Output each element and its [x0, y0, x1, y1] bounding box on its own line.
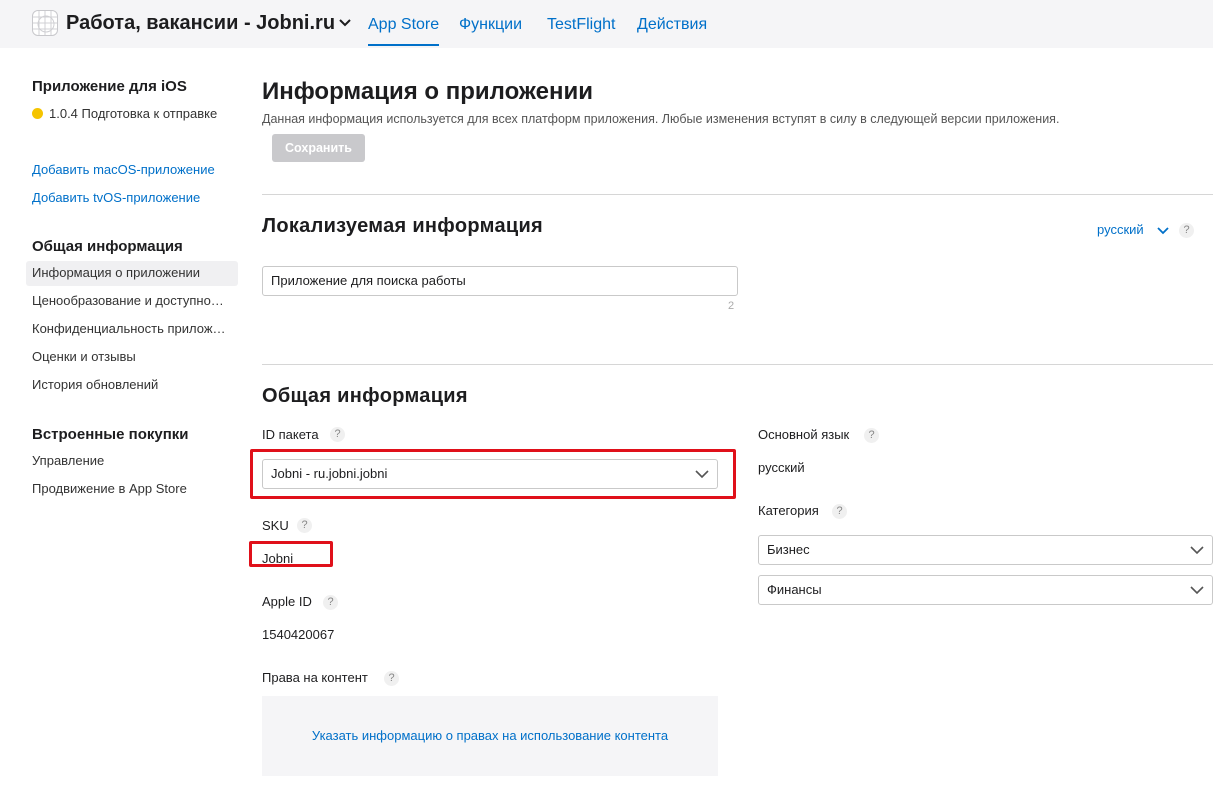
content-rights-label: Права на контент [262, 670, 368, 685]
category-label: Категория [758, 503, 819, 518]
secondary-category-select[interactable]: Финансы [758, 575, 1213, 605]
primary-category-select[interactable]: Бизнес [758, 535, 1213, 565]
sidebar-item-manage[interactable]: Управление [26, 449, 238, 474]
sidebar-item-version-history[interactable]: История обновлений [26, 373, 238, 398]
char-counter: 2 [728, 300, 735, 312]
divider [262, 364, 1213, 365]
page-description: Данная информация используется для всех … [262, 112, 1060, 126]
help-icon[interactable]: ? [330, 427, 345, 442]
highlight-box [249, 541, 333, 567]
help-icon[interactable]: ? [1179, 223, 1194, 238]
secondary-category-value: Финансы [767, 582, 822, 597]
save-button[interactable]: Сохранить [272, 134, 365, 162]
help-icon[interactable]: ? [864, 428, 879, 443]
version-status-label: 1.0.4 Подготовка к отправке [49, 106, 218, 121]
general-heading: Общая информация [32, 238, 183, 255]
subtitle-field[interactable]: Приложение для поиска работы [262, 266, 738, 296]
chevron-down-icon[interactable] [1157, 226, 1169, 235]
sku-label: SKU [262, 518, 289, 533]
app-icon[interactable] [32, 10, 58, 36]
help-icon[interactable]: ? [384, 671, 399, 686]
tab-features[interactable]: Функции [459, 16, 522, 34]
platform-heading: Приложение для iOS [32, 78, 187, 95]
general-info-heading: Общая информация [262, 385, 468, 407]
apple-id-value: 1540420067 [262, 627, 335, 642]
version-status[interactable]: 1.0.4 Подготовка к отправке [32, 106, 217, 121]
primary-language-label: Основной язык [758, 427, 850, 442]
help-icon[interactable]: ? [297, 518, 312, 533]
content-rights-box: Указать информацию о правах на использов… [262, 696, 718, 776]
iap-heading: Встроенные покупки [32, 426, 189, 443]
chevron-down-icon [1190, 546, 1204, 555]
chevron-down-icon[interactable] [338, 18, 352, 28]
sidebar-item-app-info[interactable]: Информация о приложении [26, 261, 238, 286]
sidebar-item-ratings[interactable]: Оценки и отзывы [26, 345, 238, 370]
primary-language-value: русский [758, 460, 805, 475]
language-selector[interactable]: русский [1097, 222, 1144, 237]
localizable-heading: Локализуемая информация [262, 215, 544, 237]
content-rights-link[interactable]: Указать информацию о правах на использов… [262, 728, 718, 743]
app-title[interactable]: Работа, вакансии - Jobni.ru [66, 12, 335, 35]
bundle-id-label: ID пакета [262, 427, 319, 442]
top-bar: Работа, вакансии - Jobni.ru App Store Фу… [0, 0, 1213, 48]
apple-id-label: Apple ID [262, 594, 312, 609]
tab-testflight[interactable]: TestFlight [547, 16, 615, 34]
help-icon[interactable]: ? [323, 595, 338, 610]
sidebar-item-promote[interactable]: Продвижение в App Store [26, 477, 238, 502]
status-dot-icon [32, 108, 43, 119]
add-tvos-link[interactable]: Добавить tvOS-приложение [32, 190, 200, 205]
add-macos-link[interactable]: Добавить macOS-приложение [32, 162, 215, 177]
highlight-box [250, 449, 736, 499]
help-icon[interactable]: ? [832, 504, 847, 519]
sidebar-item-pricing[interactable]: Ценообразование и доступно… [26, 289, 238, 314]
sidebar-item-privacy[interactable]: Конфиденциальность прилож… [26, 317, 238, 342]
divider [262, 194, 1213, 195]
chevron-down-icon [1190, 586, 1204, 595]
tab-activity[interactable]: Действия [637, 16, 707, 34]
primary-category-value: Бизнес [767, 542, 810, 557]
tab-app-store[interactable]: App Store [368, 16, 440, 46]
page-title: Информация о приложении [262, 78, 593, 105]
